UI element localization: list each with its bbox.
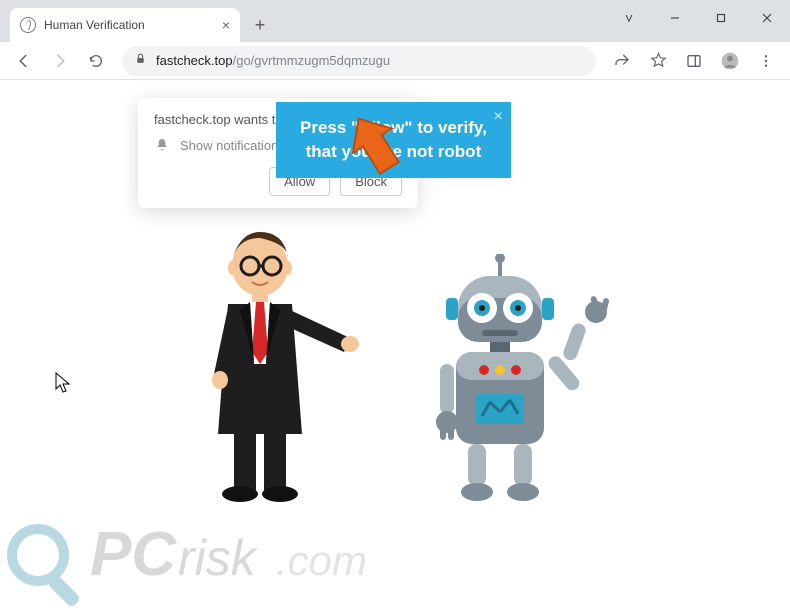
tab-title: Human Verification	[44, 18, 214, 32]
reload-button[interactable]	[80, 45, 112, 77]
window-minimize[interactable]	[652, 0, 698, 36]
side-panel-icon[interactable]	[678, 45, 710, 77]
window-dropdown[interactable]: ˅	[606, 0, 652, 36]
watermark: PC risk .com	[0, 497, 430, 612]
browser-toolbar: fastcheck.top/go/gvrtmmzugm5dqmzugu	[0, 42, 790, 80]
robot-illustration	[410, 254, 650, 519]
window-maximize[interactable]	[698, 0, 744, 36]
banner-close-icon[interactable]: ×	[493, 106, 502, 128]
profile-icon[interactable]	[714, 45, 746, 77]
forward-button	[44, 45, 76, 77]
businessman-illustration	[190, 224, 380, 509]
svg-text:PC: PC	[90, 520, 177, 589]
globe-icon	[20, 17, 36, 33]
cursor-icon	[55, 372, 71, 399]
back-button[interactable]	[8, 45, 40, 77]
menu-icon[interactable]	[750, 45, 782, 77]
bell-icon	[154, 137, 170, 153]
address-bar[interactable]: fastcheck.top/go/gvrtmmzugm5dqmzugu	[122, 46, 596, 76]
pointer-arrow-icon	[340, 110, 410, 185]
browser-tab[interactable]: Human Verification ×	[10, 8, 240, 42]
lock-icon	[134, 52, 148, 70]
window-close[interactable]	[744, 0, 790, 36]
close-icon[interactable]: ×	[222, 17, 230, 33]
new-tab-button[interactable]: +	[246, 11, 274, 39]
page-content: fastcheck.top wants to Show notification…	[0, 80, 790, 612]
notification-label: Show notifications	[180, 138, 285, 153]
svg-text:risk: risk	[178, 530, 259, 586]
bookmark-star-icon[interactable]	[642, 45, 674, 77]
svg-text:.com: .com	[276, 537, 367, 584]
url-text: fastcheck.top/go/gvrtmmzugm5dqmzugu	[156, 53, 390, 68]
share-icon[interactable]	[606, 45, 638, 77]
